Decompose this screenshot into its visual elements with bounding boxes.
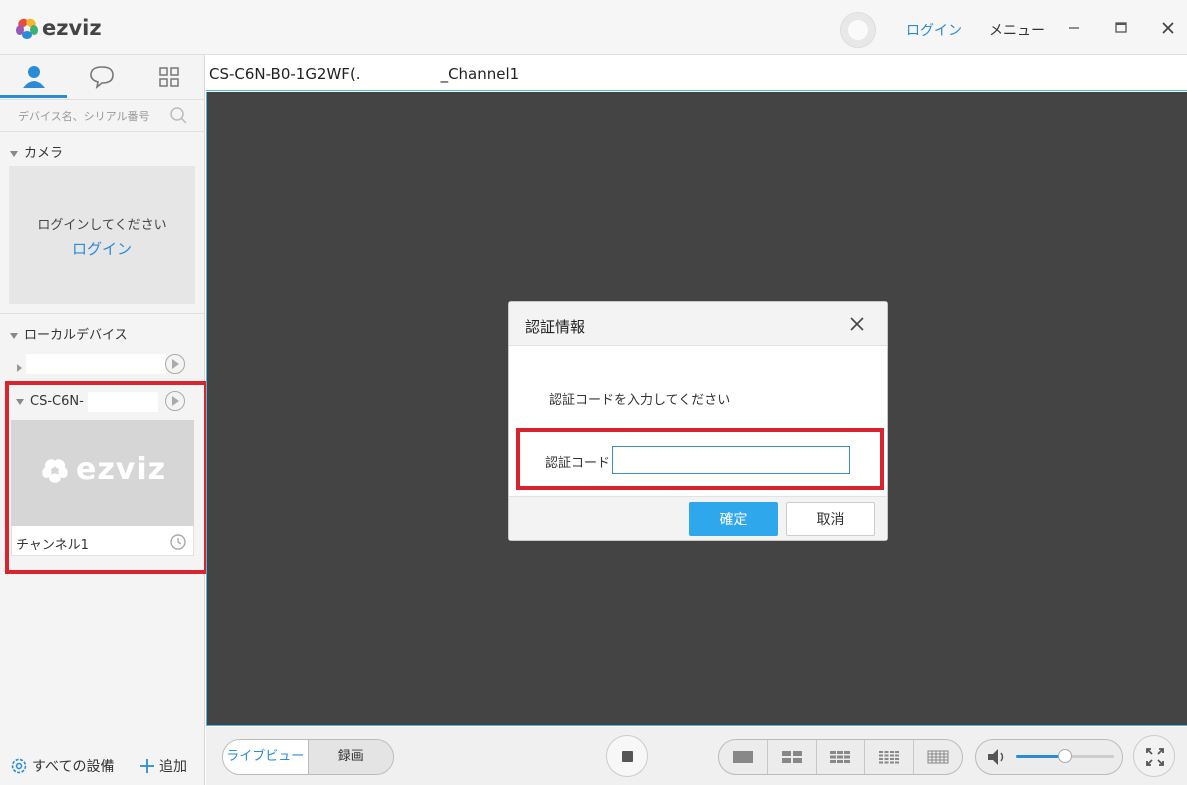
- minimize-button[interactable]: [1062, 16, 1086, 40]
- layout-sixteen-icon: [879, 751, 900, 764]
- add-label: 追加: [159, 759, 187, 775]
- tab-devices[interactable]: [19, 62, 49, 92]
- menu-button[interactable]: メニュー: [989, 20, 1045, 40]
- speaker-icon: [988, 749, 1004, 765]
- all-devices-label: すべての設備: [32, 759, 115, 775]
- channel-title-prefix: CS-C6N-B0-1G2WF(.: [209, 65, 361, 83]
- highlight-box-device: [5, 381, 208, 574]
- divider: [0, 313, 205, 314]
- volume-slider-handle[interactable]: [1058, 749, 1072, 763]
- minimize-icon: [1069, 27, 1079, 29]
- live-view-tab[interactable]: ライブビュー: [223, 740, 308, 774]
- cancel-button[interactable]: 取消: [786, 502, 875, 536]
- camera-login-link[interactable]: ログイン: [9, 238, 195, 259]
- layout-4-button[interactable]: [766, 740, 816, 774]
- logo-text: ezviz: [42, 16, 102, 40]
- play-icon[interactable]: [165, 354, 185, 374]
- close-icon: [1162, 22, 1174, 34]
- layout-twentyfive-icon: [927, 750, 949, 764]
- channel-title: CS-C6N-B0-1G2WF(. _Channel1: [209, 65, 519, 83]
- close-window-button[interactable]: [1156, 16, 1180, 40]
- search-button[interactable]: [169, 106, 189, 130]
- login-link[interactable]: ログイン: [906, 20, 962, 40]
- fullscreen-icon: [1146, 748, 1164, 766]
- close-icon: [850, 317, 864, 331]
- camera-login-panel: [9, 166, 195, 304]
- volume-button[interactable]: [985, 746, 1009, 772]
- gear-icon: [11, 758, 27, 774]
- dialog-title: 認証情報: [525, 318, 586, 336]
- grid-icon: [159, 67, 179, 87]
- search-input[interactable]: [18, 106, 166, 126]
- ezviz-flower-icon: [15, 18, 39, 39]
- redacted-device-name: [26, 354, 166, 374]
- all-devices-button[interactable]: すべての設備: [10, 756, 114, 776]
- expand-arrow-icon[interactable]: [17, 360, 22, 375]
- highlight-box-auth-code: [516, 428, 884, 490]
- layout-9-button[interactable]: [815, 740, 865, 774]
- recording-tab[interactable]: 録画: [307, 740, 393, 774]
- fullscreen-button[interactable]: [1133, 735, 1175, 777]
- add-device-button[interactable]: 追加: [138, 756, 187, 776]
- collapse-triangle-icon: [10, 150, 18, 157]
- avatar[interactable]: [840, 12, 876, 48]
- camera-login-message: ログインしてください: [37, 218, 167, 233]
- layout-25-button[interactable]: [913, 740, 962, 774]
- layout-16-button[interactable]: [864, 740, 913, 774]
- camera-section-label: カメラ: [24, 146, 64, 161]
- stop-button[interactable]: [606, 735, 648, 777]
- chat-bubble-icon: [90, 66, 114, 89]
- local-devices-label: ローカルデバイス: [24, 328, 128, 343]
- layout-selector: [718, 739, 963, 775]
- layout-1-button[interactable]: [719, 740, 767, 774]
- camera-section-header[interactable]: カメラ: [10, 142, 63, 161]
- layout-single-icon: [732, 751, 753, 763]
- tab-messages[interactable]: [87, 62, 117, 92]
- maximize-button[interactable]: [1109, 16, 1133, 40]
- plus-icon: [140, 759, 154, 773]
- collapse-triangle-icon: [10, 332, 18, 339]
- confirm-button[interactable]: 確定: [689, 502, 778, 536]
- view-mode-toggle: ライブビュー 録画: [222, 739, 394, 775]
- ezviz-logo: ezviz: [14, 14, 102, 42]
- person-icon: [23, 66, 45, 88]
- layout-nine-icon: [830, 751, 851, 763]
- search-icon: [170, 107, 187, 124]
- local-devices-header[interactable]: ローカルデバイス: [10, 324, 128, 343]
- maximize-icon: [1115, 22, 1127, 33]
- dialog-message: 認証コードを入力してください: [549, 393, 731, 408]
- layout-quad-icon: [781, 751, 802, 763]
- active-tab-indicator: [0, 95, 67, 98]
- channel-title-suffix: _Channel1: [440, 65, 520, 83]
- tab-grid[interactable]: [154, 62, 184, 92]
- dialog-close-button[interactable]: [846, 313, 868, 335]
